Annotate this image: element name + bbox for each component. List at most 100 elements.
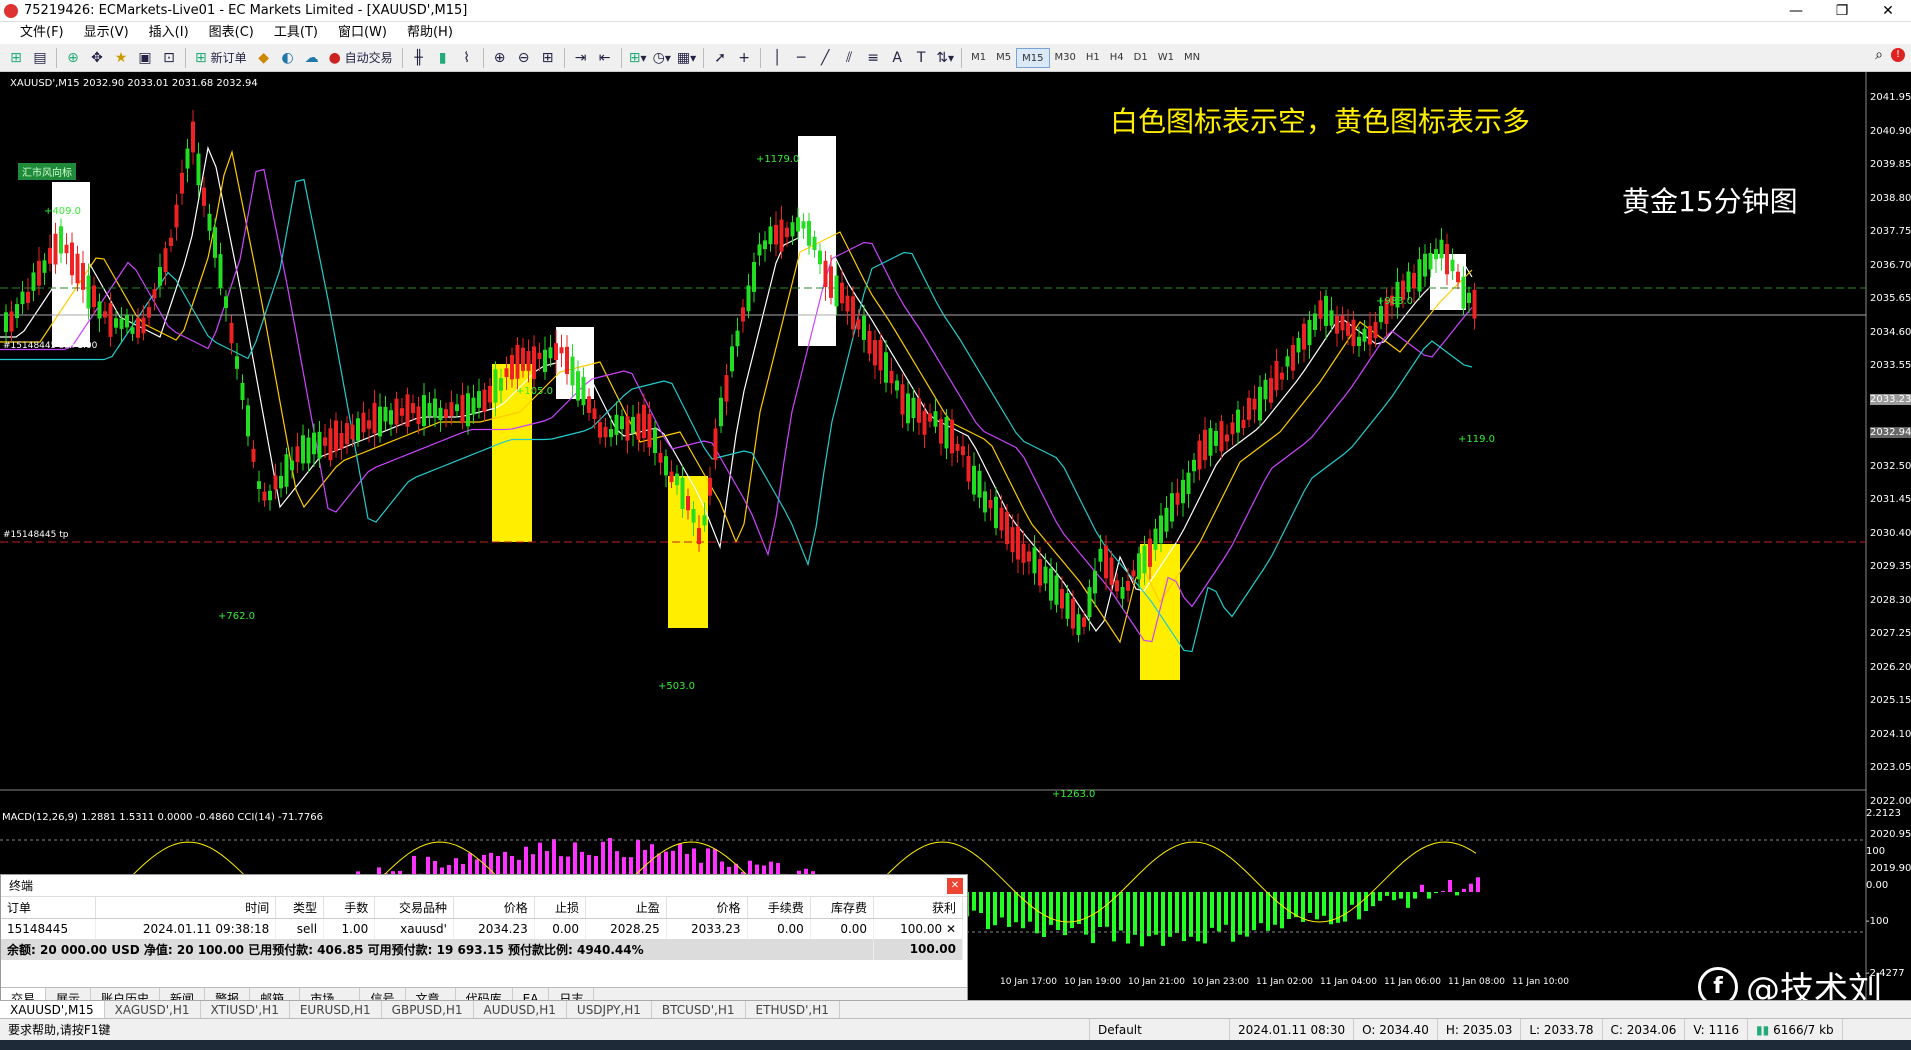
profiles-icon[interactable]: ▤ [29,47,51,69]
col-time[interactable]: 时间 [95,897,277,919]
candle-body [631,417,635,433]
chart-shift-icon[interactable]: ⇤ [594,47,616,69]
symbol-tab-gbpusd[interactable]: GBPUSD,H1 [382,1001,474,1018]
indicators-icon[interactable]: ⊞ ▾ [627,47,649,69]
text-icon[interactable]: A [886,47,908,69]
tf-w1[interactable]: W1 [1153,48,1179,68]
tile-windows-icon[interactable]: ⊞ [537,47,559,69]
col-swap[interactable]: 库存费 [810,897,875,919]
terminal-close-button[interactable]: ✕ [947,878,963,894]
auto-trade-button[interactable]: ● 自动交易 [325,47,397,69]
market-watch-icon[interactable]: ⊕ [62,47,84,69]
new-chart-icon[interactable]: ⊞ [5,47,27,69]
candle-body [488,385,492,403]
close-button[interactable]: ✕ [1865,0,1911,22]
tf-m30[interactable]: M30 [1050,48,1081,68]
menu-tools[interactable]: 工具(T) [264,22,328,44]
templates-icon[interactable]: ▦ ▾ [675,47,698,69]
candle-body [444,409,448,419]
zoom-out-icon[interactable]: ⊖ [513,47,535,69]
vertical-line-icon[interactable]: │ [766,47,788,69]
periods-icon[interactable]: ◷ ▾ [651,47,673,69]
search-icon[interactable]: ⌕ [1875,47,1883,63]
tf-m5[interactable]: M5 [991,48,1016,68]
cursor-icon[interactable]: ➚ [709,47,731,69]
tf-m15[interactable]: M15 [1016,47,1050,68]
channel-icon[interactable]: ⫽ [838,47,860,69]
col-tp[interactable]: 止盈 [585,897,667,919]
horizontal-line-icon[interactable]: ─ [790,47,812,69]
close-order-icon[interactable]: ✕ [946,922,956,936]
crosshair-icon[interactable]: + [733,47,755,69]
menu-window[interactable]: 窗口(W) [328,22,397,44]
col-profit[interactable]: 获利 [873,897,963,919]
menu-charts[interactable]: 图表(C) [199,22,264,44]
symbol-tab-ethusd[interactable]: ETHUSD',H1 [746,1001,840,1018]
col-symbol[interactable]: 交易品种 [374,897,454,919]
macd-histogram-bar [1315,892,1319,920]
minimize-button[interactable]: — [1773,0,1819,22]
symbol-tab-xtiusd[interactable]: XTIUSD',H1 [201,1001,290,1018]
symbol-tab-audusd[interactable]: AUDUSD,H1 [474,1001,567,1018]
table-row[interactable]: 15148445 2024.01.11 09:38:18 sell 1.00 x… [1,918,963,939]
candle-chart-icon[interactable]: ▮ [432,47,454,69]
status-high: H: 2035.03 [1438,1018,1522,1041]
new-order-button[interactable]: ⊞ 新订单 [191,47,251,69]
candle-body [950,419,954,454]
menu-insert[interactable]: 插入(I) [139,22,199,44]
candle-body [290,460,294,471]
notification-icon[interactable]: ! [1891,48,1905,62]
time-tick: 11 Jan 08:00 [1448,977,1505,987]
candle-body [796,217,800,232]
col-type[interactable]: 类型 [275,897,325,919]
col-price[interactable]: 价格 [666,897,748,919]
terminal-icon[interactable]: ▣ [134,47,156,69]
col-volume[interactable]: 手数 [323,897,376,919]
vps-icon[interactable]: ☁ [301,47,323,69]
tf-mn[interactable]: MN [1179,48,1205,68]
tf-m1[interactable]: M1 [966,48,991,68]
autoscroll-icon[interactable]: ⇥ [570,47,592,69]
fibonacci-icon[interactable]: ≡ [862,47,884,69]
line-chart-icon[interactable]: ⌇ [456,47,478,69]
symbol-tab-xauusd[interactable]: XAUUSD',M15 [0,1001,105,1018]
symbol-tab-usdjpy[interactable]: USDJPY,H1 [567,1001,652,1018]
arrows-icon[interactable]: ⇅ ▾ [934,47,956,69]
col-order[interactable]: 订单 [1,897,97,919]
bar-chart-icon[interactable]: ╫ [408,47,430,69]
menu-view[interactable]: 显示(V) [74,22,139,44]
candle-body [774,224,778,245]
symbol-tab-btcusd[interactable]: BTCUSD',H1 [652,1001,746,1018]
signal-badge[interactable]: 汇市风向标 [18,163,76,180]
macd-histogram-bar [1469,883,1473,892]
signals-icon[interactable]: ◐ [277,47,299,69]
navigator-icon[interactable]: ★ [110,47,132,69]
menu-help[interactable]: 帮助(H) [397,22,463,44]
trendline-icon[interactable]: ╱ [814,47,836,69]
maximize-button[interactable]: ❐ [1819,0,1865,22]
tf-d1[interactable]: D1 [1129,48,1153,68]
candle-body [713,428,718,461]
crosshair-nav-icon[interactable]: ✥ [86,47,108,69]
macd-histogram-bar [1259,892,1263,924]
candle-body [994,496,998,529]
col-commission[interactable]: 手续费 [747,897,811,919]
meta-editor-icon[interactable]: ◆ [253,47,275,69]
symbol-tab-eurusd[interactable]: EURUSD,H1 [290,1001,382,1018]
time-tick: 10 Jan 23:00 [1192,977,1249,987]
candle-body [917,398,921,423]
symbol-tab-xagusd[interactable]: XAGUSD',H1 [105,1001,201,1018]
tf-h4[interactable]: H4 [1105,48,1129,68]
label-icon[interactable]: T [910,47,932,69]
candle-body [697,528,701,545]
col-open-price[interactable]: 价格 [453,897,535,919]
menu-file[interactable]: 文件(F) [2,22,74,44]
tf-h1[interactable]: H1 [1081,48,1105,68]
candle-body [581,377,586,406]
zoom-in-icon[interactable]: ⊕ [489,47,511,69]
candle-body [829,266,833,298]
candle-body [422,395,426,427]
tester-icon[interactable]: ⊡ [158,47,180,69]
col-sl[interactable]: 止损 [534,897,587,919]
status-profile[interactable]: Default [1090,1018,1230,1041]
